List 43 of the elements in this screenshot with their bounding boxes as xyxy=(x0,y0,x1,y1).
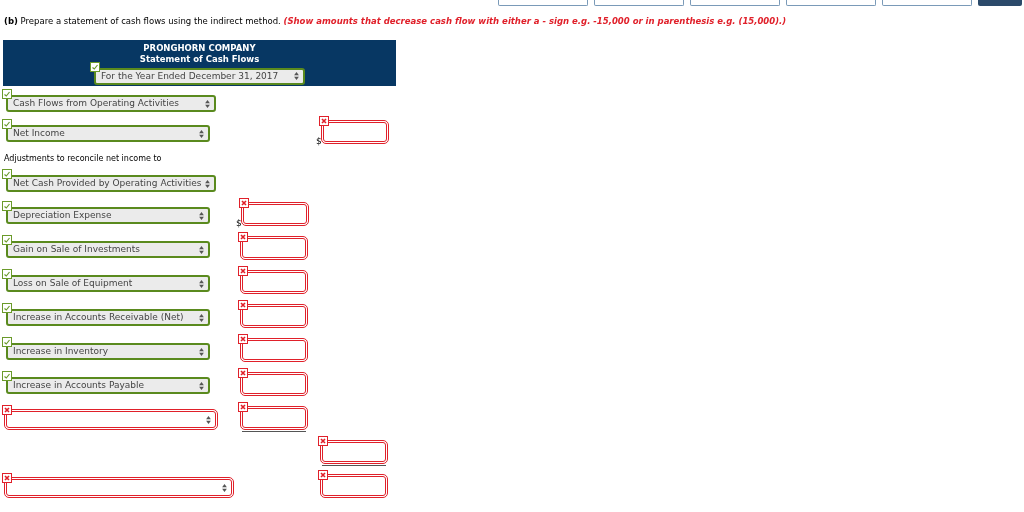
dropdown[interactable]: Net Income xyxy=(6,125,210,143)
dropdown[interactable]: Increase in Accounts Receivable (Net) xyxy=(6,309,210,327)
toolbar-button[interactable] xyxy=(882,0,972,6)
sort-arrows-icon xyxy=(294,72,299,81)
instruction-text: (b) Prepare a statement of cash flows using the indirect method. (Show amounts that decrease cash flow with either a - sign e.g. -15,000 or in parenthesis e.g. (15,000).) xyxy=(4,15,788,28)
amount-field[interactable] xyxy=(242,204,307,225)
amount-field[interactable] xyxy=(322,476,386,497)
sort-arrows-icon xyxy=(205,99,210,108)
dropdown[interactable]: Cash Flows from Operating Activities xyxy=(6,95,216,113)
statement-title: Statement of Cash Flows xyxy=(139,53,260,65)
dollar-sign: $ xyxy=(236,216,242,230)
amount-field[interactable] xyxy=(242,272,306,293)
toolbar-button[interactable] xyxy=(498,0,588,6)
sort-arrows-icon xyxy=(222,483,227,492)
dropdown[interactable] xyxy=(6,479,232,497)
sort-arrows-icon xyxy=(199,245,204,254)
dropdown[interactable]: Increase in Inventory xyxy=(6,343,210,361)
toolbar-button[interactable] xyxy=(786,0,876,6)
toolbar-button[interactable] xyxy=(594,0,684,6)
dropdown[interactable]: Increase in Accounts Payable xyxy=(6,377,210,395)
sort-arrows-icon xyxy=(199,279,204,288)
amount-field[interactable] xyxy=(242,374,306,395)
dropdown[interactable]: Loss on Sale of Equipment xyxy=(6,275,210,293)
amount-field[interactable] xyxy=(322,122,387,143)
amount-field[interactable] xyxy=(242,340,306,361)
dollar-sign: $ xyxy=(316,134,322,148)
dropdown[interactable]: Gain on Sale of Investments xyxy=(6,241,210,259)
toolbar-button[interactable] xyxy=(690,0,780,6)
dropdown[interactable]: Depreciation Expense xyxy=(6,207,210,225)
dropdown[interactable]: Net Cash Provided by Operating Activities xyxy=(6,175,216,193)
sort-arrows-icon xyxy=(199,381,204,390)
dropdown[interactable] xyxy=(6,411,216,429)
sort-arrows-icon xyxy=(205,179,210,188)
sort-arrows-icon xyxy=(199,347,204,356)
company-name: PRONGHORN COMPANY xyxy=(143,42,256,54)
period-dropdown[interactable]: For the Year Ended December 31, 2017 xyxy=(94,67,305,85)
amount-field[interactable] xyxy=(242,306,306,327)
sort-arrows-icon xyxy=(199,313,204,322)
sort-arrows-icon xyxy=(199,211,204,220)
sort-arrows-icon xyxy=(199,129,204,138)
section-label: Adjustments to reconcile net income to xyxy=(4,152,162,165)
amount-field[interactable] xyxy=(242,238,306,259)
sort-arrows-icon xyxy=(206,415,211,424)
